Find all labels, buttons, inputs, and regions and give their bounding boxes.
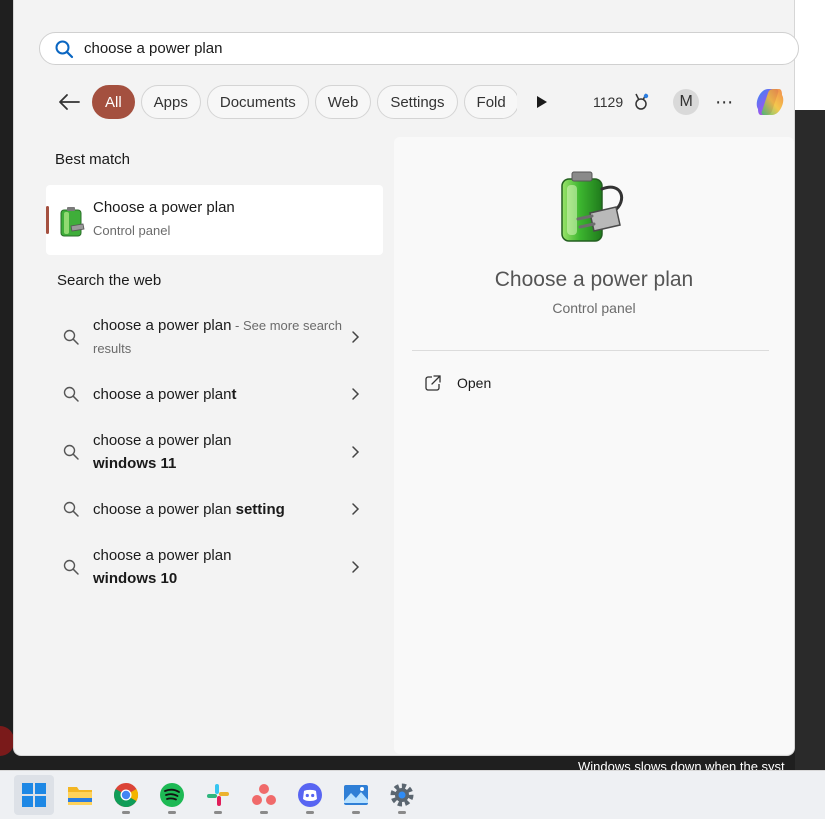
preview-subtitle: Control panel bbox=[552, 300, 636, 316]
open-label: Open bbox=[457, 375, 492, 391]
suggestion-completion: t bbox=[231, 385, 237, 403]
desktop-app-peek bbox=[0, 726, 14, 756]
best-match-title: Choose a power plan bbox=[93, 199, 235, 216]
taskbar-start-button[interactable] bbox=[14, 775, 54, 815]
web-suggestion[interactable]: choose a power plan windows 11 bbox=[46, 418, 383, 485]
filter-row: All Apps Documents Web Settings Fold 112… bbox=[54, 84, 794, 120]
web-suggestion[interactable]: choose a power plan windows 10 bbox=[46, 533, 383, 600]
best-match-result[interactable]: Choose a power plan Control panel bbox=[46, 185, 383, 255]
web-suggestion-text: choose a power plant bbox=[93, 383, 348, 406]
search-box[interactable] bbox=[39, 32, 799, 65]
best-match-heading: Best match bbox=[55, 151, 131, 168]
search-icon bbox=[63, 386, 79, 402]
web-suggestion[interactable]: choose a power plan - See more search re… bbox=[46, 304, 383, 370]
chip-documents[interactable]: Documents bbox=[206, 85, 309, 119]
web-suggestion-text: choose a power plan setting bbox=[93, 498, 348, 521]
power-options-icon bbox=[561, 171, 624, 242]
chevron-right-icon bbox=[352, 503, 360, 515]
discord-icon bbox=[298, 783, 322, 807]
search-icon bbox=[63, 444, 79, 460]
taskbar-spotify[interactable] bbox=[152, 775, 192, 815]
rewards-medal-icon[interactable] bbox=[631, 92, 651, 112]
chip-folders[interactable]: Fold bbox=[463, 85, 517, 119]
web-suggestion[interactable]: choose a power plant bbox=[46, 370, 383, 418]
slack-icon bbox=[207, 784, 229, 806]
taskbar-settings[interactable] bbox=[382, 775, 422, 815]
suggestion-prefix: choose a power plan bbox=[93, 500, 236, 518]
back-arrow-icon bbox=[59, 94, 80, 110]
taskbar-photos[interactable] bbox=[336, 775, 376, 815]
taskbar-chrome[interactable] bbox=[106, 775, 146, 815]
taskbar-asana[interactable] bbox=[244, 775, 284, 815]
suggestion-prefix: choose a power plan bbox=[93, 546, 232, 564]
chip-all[interactable]: All bbox=[92, 85, 135, 119]
chip-settings[interactable]: Settings bbox=[377, 85, 458, 119]
back-button[interactable] bbox=[54, 87, 84, 117]
desktop-background bbox=[795, 0, 825, 770]
search-icon bbox=[63, 501, 79, 517]
suggestion-prefix: choose a power plan bbox=[93, 431, 232, 449]
chevron-right-icon bbox=[352, 388, 360, 400]
taskbar-slack[interactable] bbox=[198, 775, 238, 815]
play-icon[interactable] bbox=[535, 95, 549, 109]
copilot-icon[interactable] bbox=[752, 85, 788, 119]
more-options-button[interactable]: ⋯ bbox=[715, 92, 734, 113]
search-icon bbox=[63, 329, 79, 345]
chevron-right-icon bbox=[352, 445, 360, 458]
selection-indicator bbox=[46, 206, 49, 234]
running-indicator bbox=[398, 811, 406, 814]
web-suggestion[interactable]: choose a power plan setting bbox=[46, 485, 383, 533]
asana-icon bbox=[252, 784, 276, 805]
preview-pane: Choose a power plan Control panel Open bbox=[394, 137, 794, 754]
desktop-window-strip bbox=[795, 0, 825, 110]
chip-web[interactable]: Web bbox=[314, 85, 372, 119]
chevron-right-icon bbox=[352, 331, 360, 343]
running-indicator bbox=[122, 811, 130, 814]
suggestion-completion: windows 11 bbox=[93, 454, 177, 472]
chevron-right-icon bbox=[352, 560, 360, 573]
chip-apps[interactable]: Apps bbox=[140, 85, 201, 119]
taskbar bbox=[0, 770, 825, 819]
running-indicator bbox=[168, 811, 176, 814]
spotify-icon bbox=[160, 783, 184, 807]
rewards-points: 1129 bbox=[593, 94, 624, 110]
power-options-icon bbox=[60, 207, 85, 237]
search-input[interactable] bbox=[84, 40, 764, 57]
open-external-icon bbox=[425, 375, 441, 391]
avatar[interactable]: M bbox=[673, 89, 700, 115]
open-action[interactable]: Open bbox=[424, 374, 491, 392]
best-match-subtitle: Control panel bbox=[93, 223, 171, 238]
web-suggestion-text: choose a power plan windows 10 bbox=[93, 544, 263, 590]
windows-start-icon bbox=[22, 783, 46, 807]
settings-icon bbox=[390, 783, 414, 807]
file-explorer-icon bbox=[68, 787, 92, 805]
preview-title: Choose a power plan bbox=[494, 268, 694, 291]
filter-chips: All Apps Documents Web Settings Fold bbox=[92, 85, 517, 119]
web-suggestion-text: choose a power plan windows 11 bbox=[93, 429, 263, 475]
web-suggestion-text: choose a power plan - See more search re… bbox=[93, 314, 348, 360]
search-icon bbox=[55, 40, 74, 58]
suggestion-prefix: choose a power plan bbox=[93, 317, 232, 334]
search-web-heading: Search the web bbox=[57, 272, 162, 289]
running-indicator bbox=[260, 811, 268, 814]
web-suggestions: choose a power plan - See more search re… bbox=[46, 304, 383, 600]
preview-divider bbox=[412, 350, 769, 351]
background-window-text: Windows slows down when the syst bbox=[578, 759, 785, 771]
running-indicator bbox=[214, 811, 222, 814]
chrome-icon bbox=[113, 783, 139, 808]
search-icon bbox=[63, 559, 79, 575]
suggestion-prefix: choose a power plan bbox=[93, 385, 232, 403]
running-indicator bbox=[306, 811, 314, 814]
taskbar-file-explorer[interactable] bbox=[60, 775, 100, 815]
photos-icon bbox=[344, 785, 368, 805]
taskbar-discord[interactable] bbox=[290, 775, 330, 815]
start-search-panel: All Apps Documents Web Settings Fold 112… bbox=[13, 0, 799, 756]
suggestion-completion: setting bbox=[235, 500, 285, 518]
suggestion-completion: windows 10 bbox=[93, 569, 178, 587]
running-indicator bbox=[352, 811, 360, 814]
